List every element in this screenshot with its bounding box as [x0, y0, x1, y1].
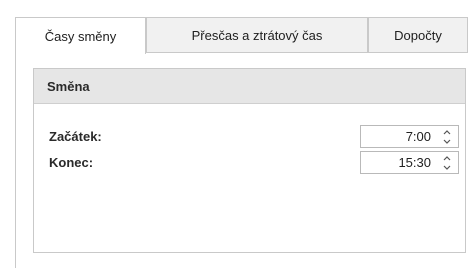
end-time-value[interactable]: 15:30	[398, 152, 431, 173]
start-time-decrement-button[interactable]	[441, 137, 453, 145]
tab-shift-times[interactable]: Časy směny	[15, 17, 146, 54]
tab-calculations-label: Dopočty	[394, 28, 442, 43]
chevron-up-icon	[443, 155, 451, 160]
start-time-label: Začátek:	[49, 129, 102, 144]
tab-overtime-label: Přesčas a ztrátový čas	[191, 28, 323, 43]
group-title: Směna	[47, 78, 90, 94]
tab-content-panel: Směna Začátek: 7:00 Konec: 15:30	[15, 52, 468, 268]
start-time-spinner[interactable]: 7:00	[360, 125, 459, 148]
shift-settings-window: Časy směny Přesčas a ztrátový čas Dopočt…	[0, 0, 468, 268]
chevron-down-icon	[443, 139, 451, 144]
chevron-up-icon	[443, 129, 451, 134]
end-time-spinner[interactable]: 15:30	[360, 151, 459, 174]
tab-overtime-and-lost-time[interactable]: Přesčas a ztrátový čas	[146, 17, 368, 53]
end-time-increment-button[interactable]	[441, 154, 453, 162]
group-header: Směna	[34, 69, 465, 104]
end-time-decrement-button[interactable]	[441, 163, 453, 171]
chevron-down-icon	[443, 165, 451, 170]
tab-calculations[interactable]: Dopočty	[368, 17, 468, 53]
start-time-value[interactable]: 7:00	[406, 126, 431, 147]
shift-group-box: Směna Začátek: 7:00 Konec: 15:30	[33, 68, 466, 253]
tab-shift-times-label: Časy směny	[44, 28, 117, 44]
start-time-spin-buttons	[441, 128, 453, 145]
end-time-label: Konec:	[49, 155, 94, 170]
tab-bar: Časy směny Přesčas a ztrátový čas Dopočt…	[15, 17, 468, 54]
start-time-increment-button[interactable]	[441, 128, 453, 136]
end-time-spin-buttons	[441, 154, 453, 171]
